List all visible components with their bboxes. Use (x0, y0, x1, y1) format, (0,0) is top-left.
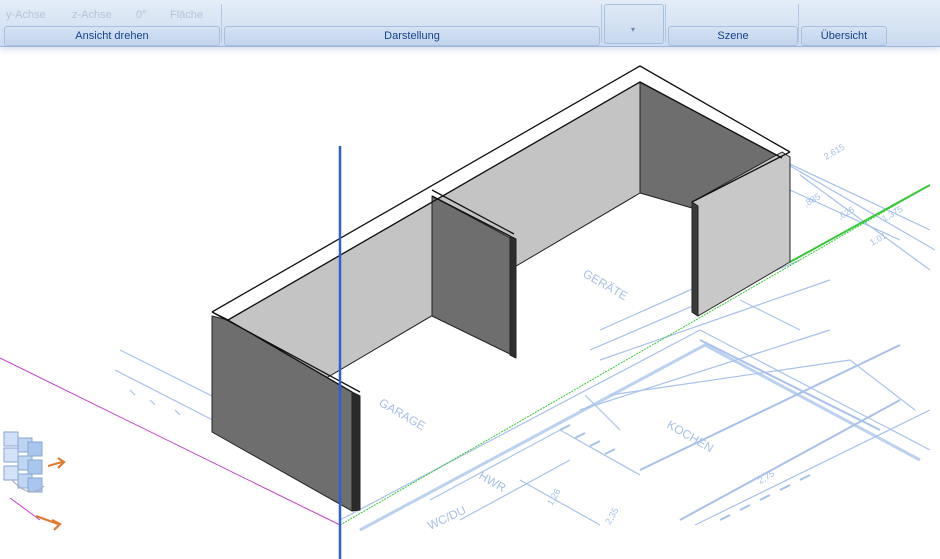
ribbon-separator (221, 4, 222, 42)
group-scene[interactable]: Szene (668, 26, 798, 46)
angle-label[interactable]: 0° (136, 9, 147, 21)
room-label-wc: WC/DU (425, 503, 468, 533)
group-rotate-view[interactable]: Ansicht drehen (4, 26, 220, 46)
dimension-text: ,885 (802, 191, 822, 208)
group-overview[interactable]: Übersicht (801, 26, 887, 46)
dimension-text: 1,26 (545, 487, 562, 507)
ribbon-separator (601, 4, 602, 42)
z-axis-label[interactable]: z-Achse (72, 9, 112, 21)
dimension-text: 2,75 (756, 468, 776, 485)
3d-viewport[interactable]: GARAGE GERÄTE KOCHEN HWR WC/DU 2,615 1,3… (0, 46, 940, 559)
ribbon-separator (798, 4, 799, 42)
ribbon-toolbar: y-Achse z-Achse 0° Fläche ▾ Ansicht dreh… (0, 0, 940, 47)
group-display[interactable]: Darstellung (224, 26, 600, 46)
room-label-hwr: HWR (477, 468, 509, 495)
navigation-cube-icon[interactable] (3, 431, 45, 493)
display-mode-dropdown[interactable]: ▾ (604, 4, 664, 44)
y-axis-label[interactable]: y-Achse (6, 9, 46, 21)
dimension-text: 2,615 (822, 142, 847, 162)
room-label-geraete: GERÄTE (581, 266, 631, 303)
navigation-cube[interactable] (0, 420, 70, 550)
room-label-garage: GARAGE (377, 395, 428, 433)
ribbon-separator (665, 4, 666, 42)
chevron-down-icon: ▾ (631, 25, 636, 34)
surface-label[interactable]: Fläche (170, 9, 203, 21)
dimension-text: 2,35 (603, 506, 620, 526)
